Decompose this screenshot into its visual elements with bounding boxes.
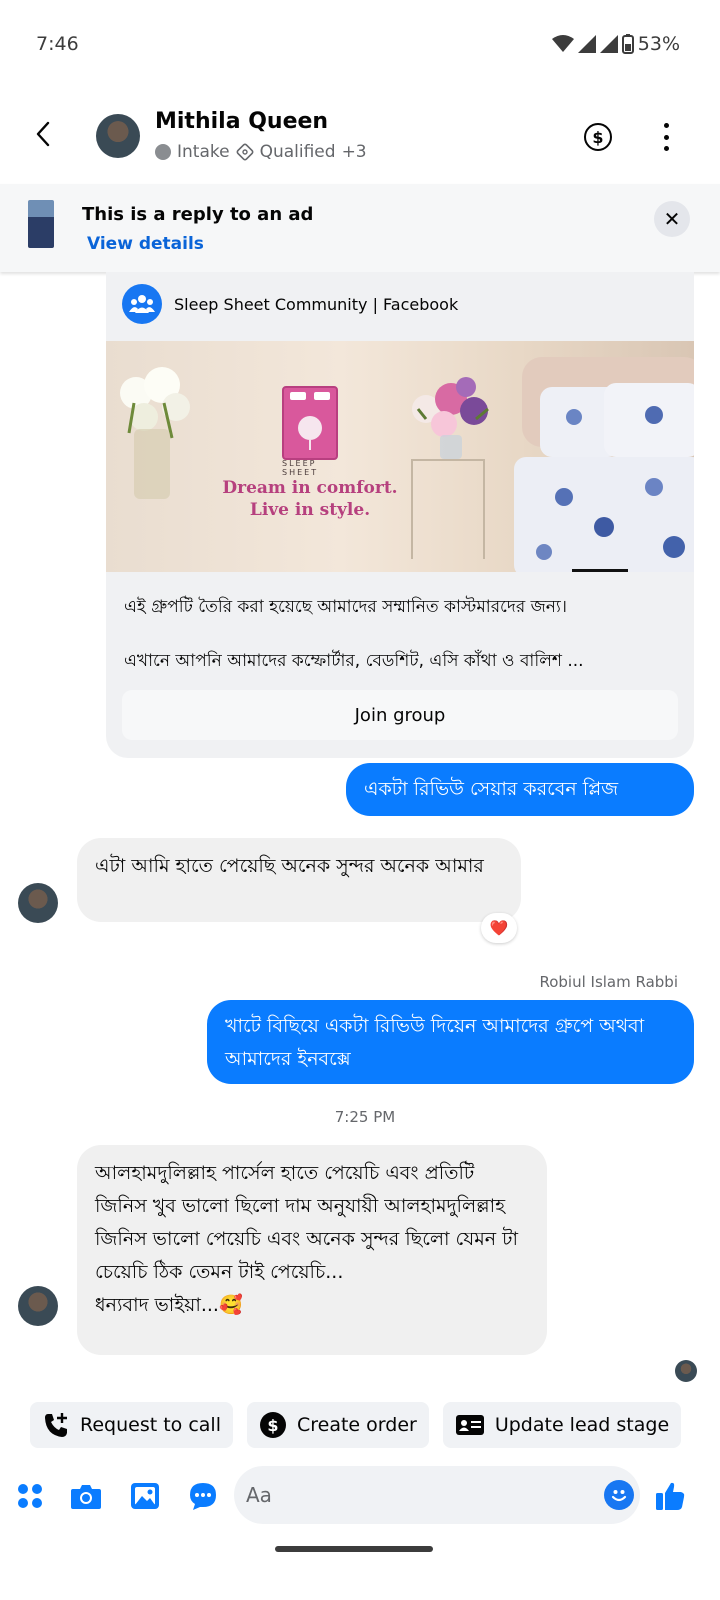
thumbs-up-icon	[656, 1482, 685, 1510]
chevron-left-icon	[36, 121, 50, 147]
saved-replies-button[interactable]	[187, 1480, 219, 1512]
gallery-button[interactable]	[129, 1480, 161, 1512]
ad-headline: Dream in comfort. Live in style.	[222, 478, 398, 520]
message-composer	[0, 1464, 720, 1528]
close-banner-button[interactable]: ✕	[654, 201, 690, 237]
contact-avatar[interactable]	[96, 114, 140, 158]
home-indicator[interactable]	[275, 1546, 433, 1552]
four-dots-icon	[18, 1484, 42, 1508]
bed-image	[514, 357, 694, 572]
ad-image[interactable]: SLEEP SHEET Dream in comfort. Live in st…	[106, 341, 694, 572]
message-incoming[interactable]: এটা আমি হাতে পেয়েছি অনেক সুন্দর অনেক আম…	[77, 838, 521, 922]
camera-icon	[71, 1485, 101, 1509]
message-input-wrapper	[234, 1466, 640, 1524]
sender-name: Robiul Islam Rabbi	[539, 973, 678, 991]
vase-image	[134, 429, 170, 499]
ad-body-line-1: এই গ্রুপটি তৈরি করা হয়েছে আমাদের সম্মান…	[124, 597, 567, 617]
close-icon: ✕	[663, 207, 681, 231]
contact-avatar-small[interactable]	[18, 883, 58, 923]
status-bar: 7:46 53%	[0, 0, 720, 90]
smiley-icon	[611, 1490, 627, 1502]
contact-name[interactable]: Mithila Queen	[155, 109, 328, 134]
signal-icon	[577, 35, 596, 53]
group-icon	[122, 284, 162, 324]
ad-banner-title: This is a reply to an ad	[82, 204, 314, 225]
heart-reaction[interactable]: ❤️	[481, 913, 517, 943]
ad-reply-banner: This is a reply to an ad View details ✕	[0, 184, 720, 272]
update-lead-stage-button[interactable]: Update lead stage	[442, 1402, 682, 1448]
create-order-button[interactable]: $ Create order	[246, 1402, 429, 1448]
seen-indicator-avatar	[675, 1360, 697, 1382]
message-outgoing[interactable]: খাটে বিছিয়ে একটা রিভিউ দিয়েন আমাদের গ্…	[207, 1000, 694, 1084]
view-details-link[interactable]: View details	[87, 234, 204, 254]
apps-button[interactable]	[14, 1480, 46, 1512]
dollar-icon: $	[592, 127, 604, 147]
conversation-header: Mithila Queen Intake Qualified +3 $	[0, 95, 720, 183]
wifi-icon	[551, 35, 574, 52]
ad-body-line-2: এখানে আপনি আমাদের কম্ফোর্টার, বেডশিট, এস…	[124, 651, 584, 671]
emoji-button[interactable]	[604, 1480, 634, 1510]
quick-actions-bar: Request to call $ Create order Update le…	[30, 1402, 720, 1450]
svg-text:$: $	[267, 1416, 278, 1435]
side-table-image	[411, 459, 485, 559]
group-name: Sleep Sheet Community | Facebook	[174, 294, 459, 314]
request-to-call-label: Request to call	[80, 1414, 221, 1436]
camera-button[interactable]	[70, 1480, 102, 1512]
more-options-button[interactable]	[662, 123, 670, 151]
stage-dot-icon	[155, 144, 171, 160]
label-icon	[236, 143, 254, 161]
update-lead-stage-label: Update lead stage	[494, 1414, 670, 1436]
signal-icon-2	[599, 35, 618, 53]
lead-label: Qualified	[259, 142, 336, 162]
lead-stage: Intake	[177, 142, 230, 162]
heart-icon: ❤️	[489, 919, 509, 937]
message-incoming[interactable]: আলহামদুলিল্লাহ পার্সেল হাতে পেয়েচি এবং …	[77, 1145, 547, 1355]
back-button[interactable]	[26, 117, 60, 151]
join-group-button[interactable]: Join group	[122, 690, 678, 740]
message-input[interactable]	[246, 1466, 586, 1524]
group-header: Sleep Sheet Community | Facebook	[122, 284, 458, 324]
chat-bubble-icon	[190, 1483, 216, 1510]
sleep-sheet-logo	[282, 386, 338, 460]
bouquet-image	[412, 377, 489, 459]
payment-button[interactable]: $	[584, 123, 612, 151]
ad-card[interactable]: Sleep Sheet Community | Facebook SLEEP S…	[106, 272, 694, 758]
battery-icon	[621, 34, 634, 54]
message-timestamp: 7:25 PM	[334, 1108, 396, 1126]
status-icons: 53%	[551, 33, 680, 55]
more-labels-count: +3	[341, 142, 367, 162]
contact-avatar-small[interactable]	[18, 1286, 58, 1326]
more-dot-icon	[663, 146, 669, 151]
status-time: 7:46	[36, 33, 79, 55]
more-dot-icon	[663, 123, 669, 128]
request-to-call-button[interactable]: Request to call	[30, 1402, 233, 1448]
dollar-circle-icon: $	[259, 1412, 286, 1438]
more-dot-icon	[663, 134, 669, 140]
contact-card-icon	[455, 1415, 484, 1435]
lead-stage-row[interactable]: Intake Qualified +3	[155, 142, 367, 162]
message-outgoing[interactable]: একটা রিভিউ সেয়ার করবেন প্লিজ	[346, 763, 694, 816]
ad-thumbnail[interactable]	[28, 200, 54, 248]
phone-plus-icon	[45, 1413, 67, 1437]
battery-percent: 53%	[637, 33, 680, 55]
logo-text: SLEEP SHEET	[282, 459, 319, 477]
create-order-label: Create order	[296, 1414, 417, 1436]
image-icon	[131, 1483, 159, 1509]
like-button[interactable]	[654, 1480, 686, 1512]
